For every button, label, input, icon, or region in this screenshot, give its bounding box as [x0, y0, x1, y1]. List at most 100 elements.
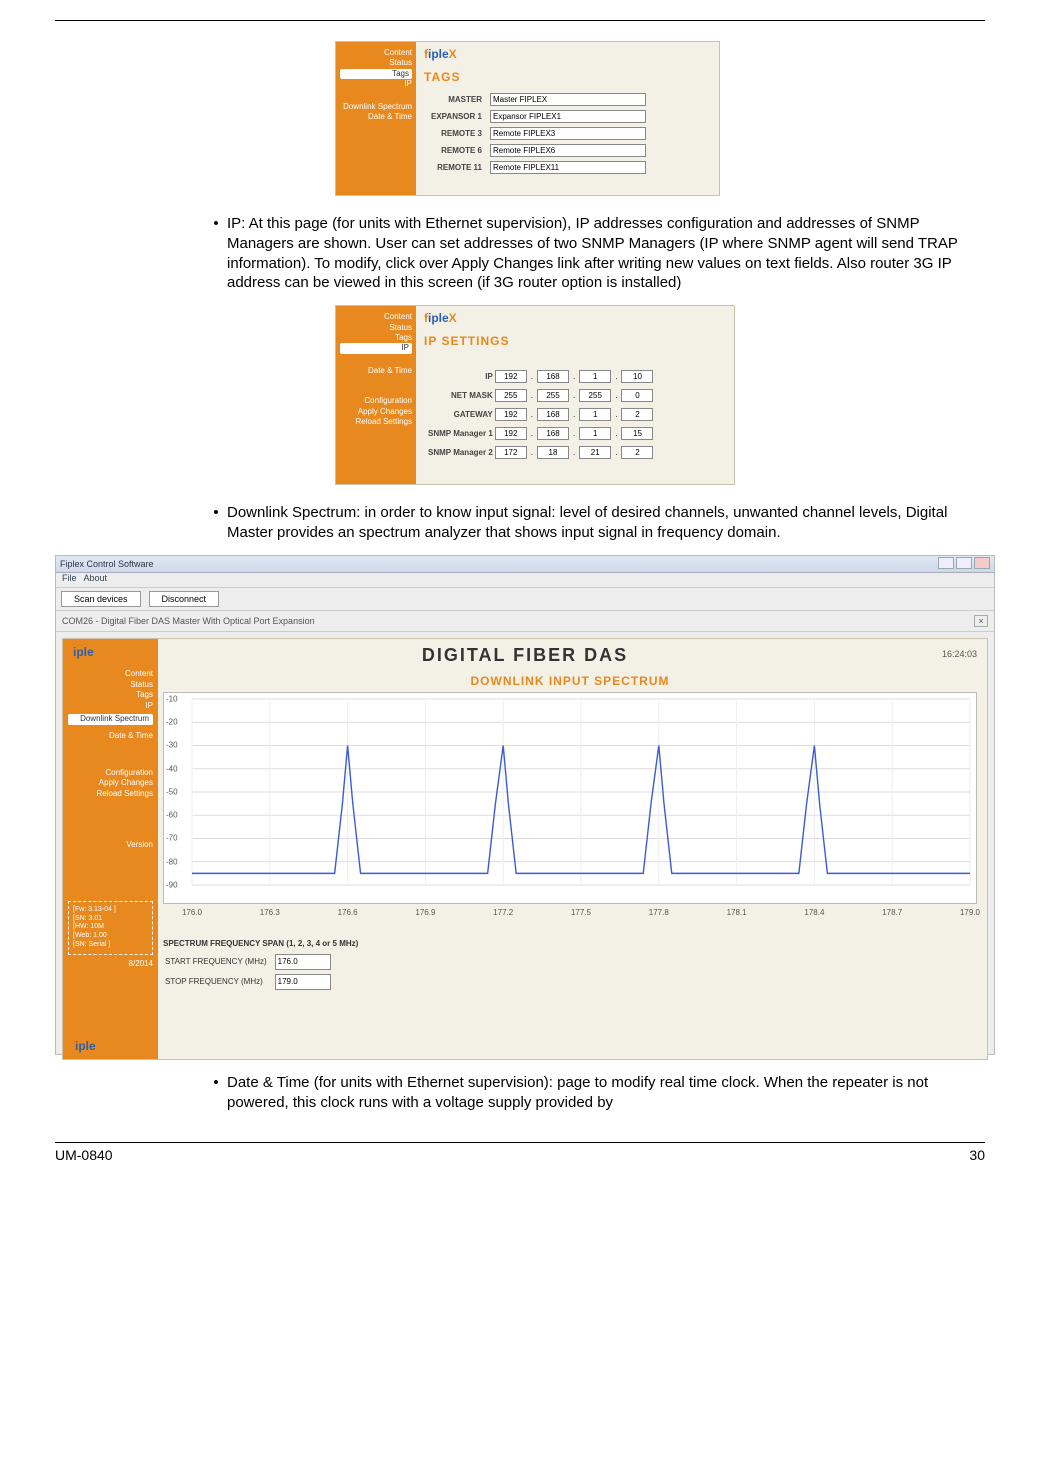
footer-page: 30 [969, 1147, 985, 1163]
tag-input[interactable] [490, 144, 646, 157]
nav-status[interactable]: Status [68, 680, 153, 691]
nav-content[interactable]: Content [340, 312, 412, 322]
nav-ip[interactable]: IP [68, 701, 153, 712]
y-tick: -50 [166, 787, 178, 796]
nav-tags[interactable]: Tags [68, 690, 153, 701]
section-title: IP SETTINGS [424, 334, 509, 348]
tag-input[interactable] [490, 93, 646, 106]
nav-apply[interactable]: Apply Changes [340, 407, 412, 417]
tag-label: REMOTE 6 [428, 143, 485, 158]
nav-apply[interactable]: Apply Changes [68, 778, 153, 789]
tag-input[interactable] [490, 127, 646, 140]
ip-octet[interactable] [495, 370, 527, 383]
nav-content[interactable]: Content [340, 48, 412, 58]
nav-ip[interactable]: IP [340, 343, 412, 353]
ip-octet[interactable] [579, 446, 611, 459]
tags-table: MASTER EXPANSOR 1 REMOTE 3 REMOTE 6 REMO… [426, 90, 651, 177]
ip-octet[interactable] [537, 408, 569, 421]
window-buttons [936, 557, 990, 571]
main-panel: Content Status Tags IP Downlink Spectrum… [62, 638, 988, 1060]
x-tick: 177.8 [649, 908, 669, 917]
ip-octet[interactable] [579, 389, 611, 402]
ip-octet[interactable] [495, 389, 527, 402]
y-tick: -10 [166, 694, 178, 703]
ip-octet[interactable] [495, 446, 527, 459]
nav-reload[interactable]: Reload Settings [340, 417, 412, 427]
nav-tags[interactable]: Tags [340, 69, 412, 79]
menu-about[interactable]: About [84, 573, 108, 583]
com-bar: COM26 - Digital Fiber DAS Master With Op… [56, 611, 994, 632]
bullet-icon: • [205, 1073, 227, 1113]
close-icon[interactable]: × [974, 615, 988, 627]
y-tick: -90 [166, 880, 178, 889]
nav-spectrum[interactable]: Downlink Spectrum [68, 714, 153, 725]
ip-octet[interactable] [537, 427, 569, 440]
ip-octet[interactable] [621, 427, 653, 440]
ip-octet[interactable] [537, 389, 569, 402]
tag-label: EXPANSOR 1 [428, 109, 485, 124]
paragraph-datetime: Date & Time (for units with Ethernet sup… [227, 1073, 985, 1113]
ip-row-label: SNMP Manager 2 [428, 444, 493, 461]
max-icon[interactable] [956, 557, 972, 569]
nav-reload[interactable]: Reload Settings [68, 789, 153, 800]
figure-tags: Content Status Tags IP Downlink Spectrum… [335, 41, 720, 196]
nav-content[interactable]: Content [68, 669, 153, 680]
com-label: COM26 - Digital Fiber DAS Master With Op… [62, 616, 315, 626]
top-rule [55, 20, 985, 21]
footer-doc: UM-0840 [55, 1147, 113, 1163]
ip-row-label: NET MASK [428, 387, 493, 404]
close-icon[interactable] [974, 557, 990, 569]
ip-octet[interactable] [579, 408, 611, 421]
x-tick: 176.0 [182, 908, 202, 917]
bullet-icon: • [205, 214, 227, 293]
nav-version[interactable]: Version [68, 840, 153, 851]
x-tick: 177.5 [571, 908, 591, 917]
figure-ip: Content Status Tags IP Date & Time Confi… [335, 305, 735, 485]
nav-status[interactable]: Status [340, 323, 412, 333]
ip-octet[interactable] [537, 446, 569, 459]
x-tick: 178.1 [727, 908, 747, 917]
nav-spectrum[interactable]: Downlink Spectrum [340, 102, 412, 112]
tag-label: REMOTE 3 [428, 126, 485, 141]
tags-sidebar: Content Status Tags IP Downlink Spectrum… [336, 42, 416, 195]
scan-button[interactable]: Scan devices [61, 591, 141, 607]
tag-input[interactable] [490, 161, 646, 174]
y-tick: -40 [166, 764, 178, 773]
ip-octet[interactable] [621, 389, 653, 402]
ip-octet[interactable] [621, 446, 653, 459]
ip-row-label: GATEWAY [428, 406, 493, 423]
y-tick: -20 [166, 718, 178, 727]
nav-status[interactable]: Status [340, 58, 412, 68]
ip-octet[interactable] [621, 408, 653, 421]
start-input[interactable] [275, 954, 331, 970]
nav-config[interactable]: Configuration [68, 768, 153, 779]
stop-label: STOP FREQUENCY (MHz) [165, 973, 273, 991]
app-sidebar: Content Status Tags IP Downlink Spectrum… [63, 639, 158, 1059]
ip-octet[interactable] [579, 370, 611, 383]
ip-octet[interactable] [579, 427, 611, 440]
x-tick: 176.3 [260, 908, 280, 917]
disconnect-button[interactable]: Disconnect [149, 591, 220, 607]
nav-datetime[interactable]: Date & Time [340, 366, 412, 376]
ip-octet[interactable] [495, 408, 527, 421]
x-tick: 178.4 [804, 908, 824, 917]
figure-app: Fiplex Control Software File About Scan … [55, 555, 995, 1055]
y-tick: -80 [166, 857, 178, 866]
tag-input[interactable] [490, 110, 646, 123]
ip-octet[interactable] [621, 370, 653, 383]
nav-datetime[interactable]: Date & Time [340, 112, 412, 122]
menu-file[interactable]: File [62, 573, 77, 583]
nav-config[interactable]: Configuration [340, 396, 412, 406]
nav-tags[interactable]: Tags [340, 333, 412, 343]
fiplex-logo: fipleX [69, 645, 102, 659]
nav-datetime[interactable]: Date & Time [68, 731, 153, 742]
stop-input[interactable] [275, 974, 331, 990]
ip-row-label: IP [428, 368, 493, 385]
section-title: TAGS [424, 70, 460, 84]
min-icon[interactable] [938, 557, 954, 569]
y-tick: -30 [166, 741, 178, 750]
ip-octet[interactable] [495, 427, 527, 440]
nav-ip[interactable]: IP [340, 79, 412, 89]
spectrum-plot: -10-20-30-40-50-60-70-80-90176.0176.3176… [163, 692, 977, 904]
ip-octet[interactable] [537, 370, 569, 383]
